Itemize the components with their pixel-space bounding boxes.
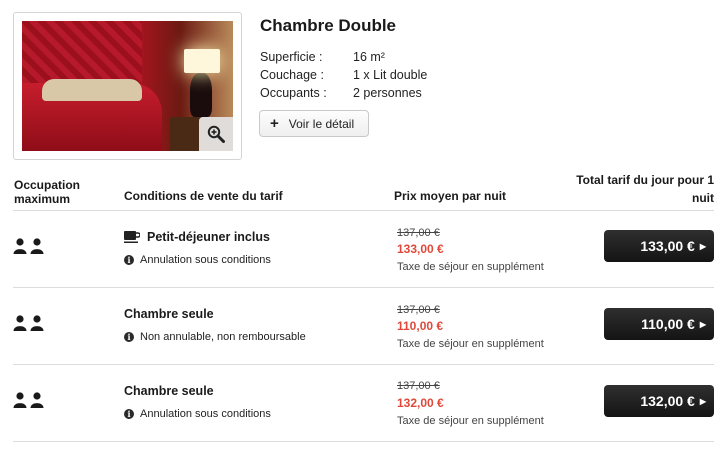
occupancy-icons: [13, 238, 44, 254]
spec-value: 2 personnes: [353, 86, 422, 100]
view-detail-button[interactable]: + Voir le détail: [259, 110, 369, 137]
info-icon: i: [124, 255, 134, 265]
spec-label: Superficie :: [260, 50, 323, 64]
book-total-button[interactable]: 110,00 € ▶: [604, 308, 714, 340]
caret-right-icon: ▶: [699, 319, 706, 329]
offer-condition-label: Annulation sous conditions: [140, 408, 271, 420]
offer-row: Chambre seule i Non annulable, non rembo…: [0, 288, 728, 364]
spec-value: 16 m²: [353, 50, 385, 64]
header-price: Prix moyen par nuit: [394, 189, 507, 203]
new-price: 133,00 €: [397, 242, 444, 256]
room-specs: Superficie : 16 m² Couchage : 1 x Lit do…: [260, 50, 460, 104]
occupancy-icons: [13, 315, 44, 331]
total-price: 110,00 €: [641, 316, 695, 332]
header-total: Total tarif du jour pour 1 nuit: [576, 173, 714, 205]
new-price: 132,00 €: [397, 396, 444, 410]
spec-row-occupants: Occupants : 2 personnes: [260, 86, 460, 104]
zoom-photo-button[interactable]: [199, 117, 233, 151]
spec-value: 1 x Lit double: [353, 68, 428, 82]
offer-title: Chambre seule: [124, 384, 214, 398]
old-price: 137,00 €: [397, 227, 440, 239]
offer-row: Chambre seule i Annulation sous conditio…: [0, 365, 728, 441]
old-price: 137,00 €: [397, 304, 440, 316]
occupancy-icons: [13, 392, 44, 408]
offer-condition-label: Non annulable, non remboursable: [140, 331, 306, 343]
plus-icon: +: [270, 115, 279, 132]
offer-row: Petit-déjeuner inclus i Annulation sous …: [0, 211, 728, 287]
offer-title: Petit-déjeuner inclus: [124, 230, 270, 244]
photo-lamp-base: [190, 73, 212, 117]
new-price: 110,00 €: [397, 319, 444, 333]
photo-pillow: [42, 79, 142, 101]
header-occupation: Occupation maximum: [14, 178, 81, 206]
spec-row-bedding: Couchage : 1 x Lit double: [260, 68, 460, 86]
offer-condition[interactable]: i Annulation sous conditions: [124, 254, 271, 266]
person-icon: [13, 238, 27, 254]
room-title: Chambre Double: [260, 16, 397, 35]
tax-note: Taxe de séjour en supplément: [397, 338, 544, 350]
offer-condition[interactable]: i Non annulable, non remboursable: [124, 331, 306, 343]
person-icon: [13, 315, 27, 331]
book-total-button[interactable]: 133,00 € ▶: [604, 230, 714, 262]
offer-title-label: Chambre seule: [124, 307, 214, 321]
coffee-cup-icon: [124, 231, 140, 243]
zoom-in-icon: [207, 125, 225, 143]
person-icon: [30, 315, 44, 331]
spec-label: Couchage :: [260, 68, 324, 82]
caret-right-icon: ▶: [699, 396, 706, 406]
person-icon: [30, 238, 44, 254]
person-icon: [30, 392, 44, 408]
spec-label: Occupants :: [260, 86, 327, 100]
room-photo[interactable]: [22, 21, 233, 151]
tax-note: Taxe de séjour en supplément: [397, 415, 544, 427]
room-photo-frame: [13, 12, 242, 160]
view-detail-label: Voir le détail: [288, 116, 355, 131]
book-total-button[interactable]: 132,00 € ▶: [604, 385, 714, 417]
offer-title-label: Chambre seule: [124, 384, 214, 398]
old-price: 137,00 €: [397, 380, 440, 392]
info-icon: i: [124, 409, 134, 419]
info-icon: i: [124, 332, 134, 342]
person-icon: [13, 392, 27, 408]
total-price: 133,00 €: [640, 238, 695, 254]
offer-condition-label: Annulation sous conditions: [140, 254, 271, 266]
offer-title: Chambre seule: [124, 307, 214, 321]
spec-row-area: Superficie : 16 m²: [260, 50, 460, 68]
divider: [13, 441, 714, 442]
offer-title-label: Petit-déjeuner inclus: [147, 230, 270, 244]
total-price: 132,00 €: [640, 393, 695, 409]
photo-lamp-shade: [184, 49, 220, 73]
caret-right-icon: ▶: [699, 241, 706, 251]
offer-condition[interactable]: i Annulation sous conditions: [124, 408, 271, 420]
header-conditions: Conditions de vente du tarif: [124, 189, 283, 203]
tax-note: Taxe de séjour en supplément: [397, 261, 544, 273]
